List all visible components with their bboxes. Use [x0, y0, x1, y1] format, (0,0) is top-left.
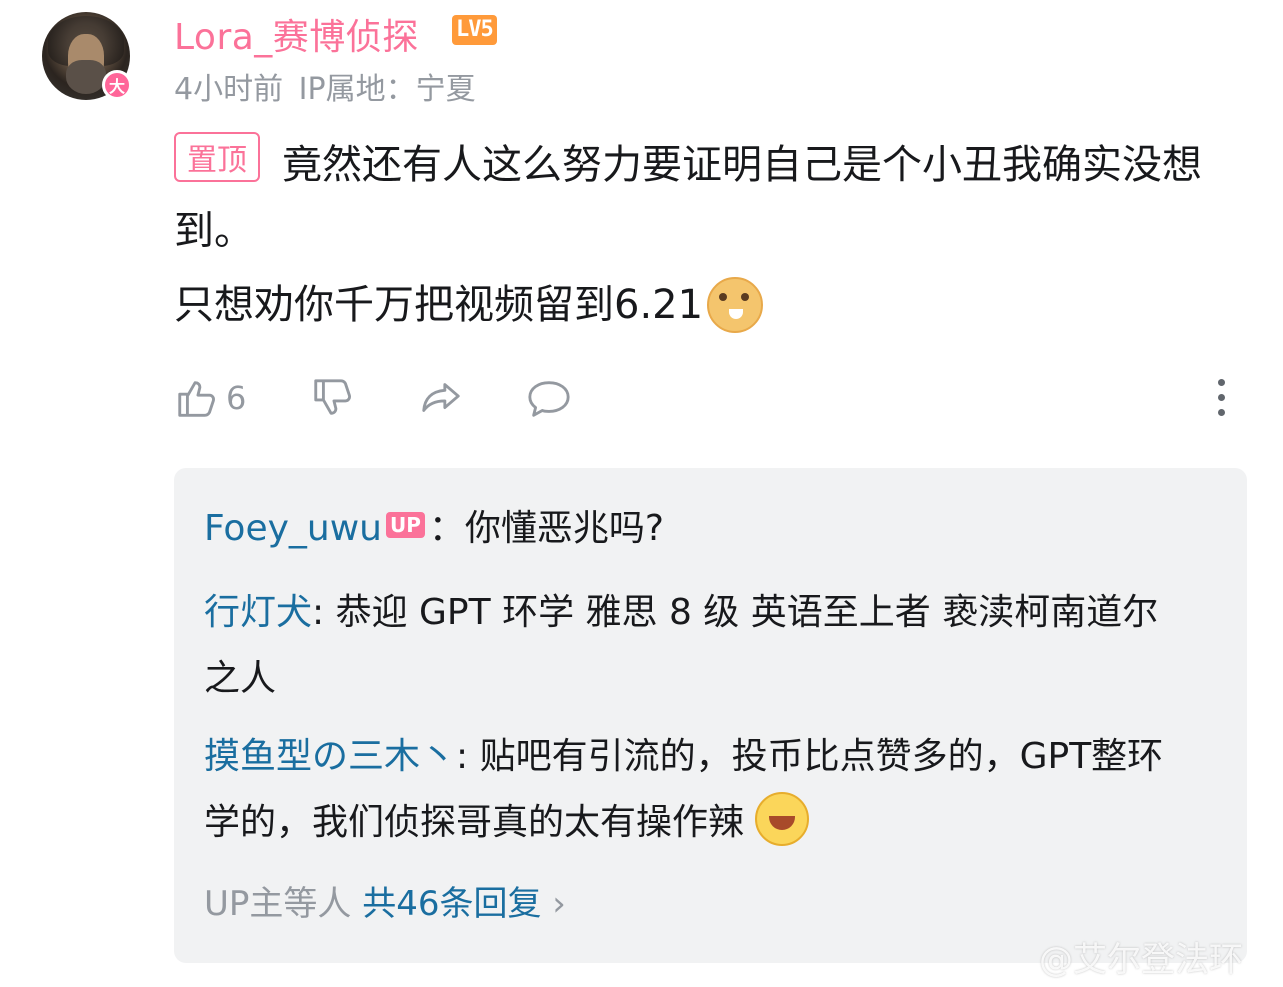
reply-username[interactable]: 行灯犬 [204, 592, 312, 633]
comment-username[interactable]: Lora_赛博侦探 [174, 8, 419, 60]
reply-username[interactable]: Foey_uwu [204, 508, 382, 549]
comment-meta: 4小时前 IP属地：宁夏 [174, 64, 476, 108]
reply-username[interactable]: 摸鱼型の三木丶 [204, 736, 456, 777]
view-more-replies-link[interactable]: UP主等人 共46条回复 › [204, 876, 566, 925]
more-replies-prefix: UP主等人 [204, 884, 352, 924]
like-count: 6 [226, 379, 247, 417]
vip-badge: 大 [102, 70, 132, 100]
thumbs-up-icon [178, 381, 215, 417]
reply-preview-box[interactable]: Foey_uwu UP ：你懂恶兆吗? 行灯犬: 恭迎 GPT 环学 雅思 8 级 … [174, 468, 1247, 963]
comment-text-line2: 只想劝你千万把视频留到6.21 [174, 272, 764, 338]
comment-time: 4小时前 [174, 72, 284, 107]
reply-text: : 恭迎 GPT 环学 雅思 8 级 英语至上者 亵渎柯南道尔之人 [204, 592, 1159, 699]
watermark: @艾尔登法环 [1039, 940, 1243, 980]
laughing-emoji-icon [755, 792, 810, 846]
ip-location: IP属地：宁夏 [298, 72, 476, 107]
more-options-icon[interactable] [1218, 379, 1226, 424]
comment-actions: 6 [174, 375, 1254, 425]
thumbs-down-icon [314, 379, 351, 415]
reply-item[interactable]: 行灯犬: 恭迎 GPT 环学 雅思 8 级 英语至上者 亵渎柯南道尔之人 [204, 580, 1184, 712]
up-tag-icon: UP [385, 512, 425, 538]
comment-text: 竟然还有人这么努力要证明自己是个小丑我确实没想到。 [174, 142, 1202, 254]
comment-bubble-icon [528, 381, 570, 417]
more-replies-count: 共46条回复 [362, 884, 542, 924]
dislike-button[interactable] [310, 375, 356, 421]
chevron-right-icon: › [552, 884, 566, 924]
share-icon [422, 383, 460, 412]
reply-button[interactable] [526, 375, 572, 421]
share-button[interactable] [418, 375, 464, 421]
reply-item[interactable]: Foey_uwu UP ：你懂恶兆吗? [204, 496, 1184, 562]
doge-emoji-icon [707, 277, 764, 333]
reply-item[interactable]: 摸鱼型の三木丶: 贴吧有引流的，投币比点赞多的，GPT整环学的，我们侦探哥真的太… [204, 724, 1184, 856]
level-badge: LV5 [452, 15, 497, 45]
reply-text: ：你懂恶兆吗? [428, 508, 664, 549]
comment-text-2: 只想劝你千万把视频留到6.21 [174, 282, 704, 328]
like-button[interactable]: 6 [174, 375, 246, 421]
